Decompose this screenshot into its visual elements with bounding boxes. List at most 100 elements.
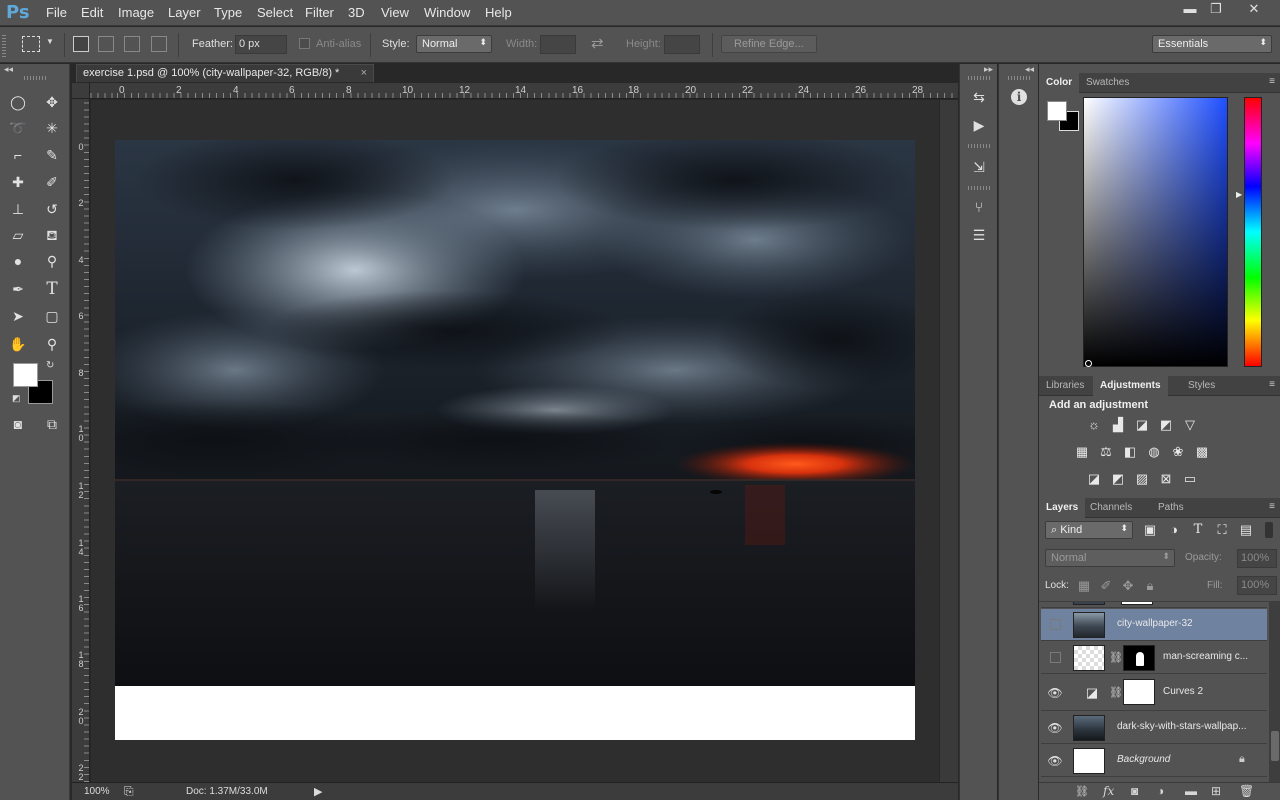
document-canvas-image[interactable] <box>115 140 915 686</box>
color-lookup-icon[interactable]: ▩ <box>1193 443 1211 461</box>
layer-name[interactable]: Background <box>1117 754 1170 765</box>
restore-button[interactable]: ❐ <box>1201 0 1231 18</box>
tab-libraries[interactable]: Libraries <box>1039 376 1091 396</box>
swap-colors-icon[interactable]: ↻ <box>46 360 54 371</box>
zoom-level[interactable]: 100% <box>84 786 110 797</box>
rect-marquee-preset-icon[interactable] <box>22 36 40 52</box>
black-white-icon[interactable]: ◧ <box>1121 443 1139 461</box>
posterize-icon[interactable]: ◩ <box>1109 470 1127 488</box>
new-layer-icon[interactable]: ⊞ <box>1211 784 1221 798</box>
color-field-picker[interactable] <box>1083 97 1228 367</box>
move-tool-icon[interactable]: ✥ <box>40 90 64 114</box>
add-selection-icon[interactable] <box>98 36 114 52</box>
hand-tool-icon[interactable]: ✋ <box>6 332 30 356</box>
eye-icon[interactable]: 👁︎ <box>1047 754 1063 768</box>
selective-color-icon[interactable]: ⊠ <box>1157 470 1175 488</box>
blend-mode-select[interactable]: Normal ⬍ <box>1045 549 1175 567</box>
default-colors-icon[interactable]: ◩ <box>12 393 21 404</box>
layer-row[interactable]: 👁︎ Background 🔒︎ <box>1041 745 1267 777</box>
zoom-tool-icon[interactable]: ⚲ <box>40 332 64 356</box>
dodge-tool-icon[interactable]: ⚲ <box>40 249 64 273</box>
brightness-contrast-icon[interactable]: ☼ <box>1085 416 1103 434</box>
elliptical-marquee-tool-icon[interactable]: ◯ <box>6 90 30 114</box>
pen-tool-icon[interactable]: ✒ <box>6 277 30 301</box>
menu-help[interactable]: Help <box>485 5 512 20</box>
style-select[interactable]: Normal ⬍ <box>416 35 492 53</box>
hue-slider-handle-icon[interactable]: ▶ <box>1236 190 1242 199</box>
threshold-icon[interactable]: ▨ <box>1133 470 1151 488</box>
delete-layer-icon[interactable]: 🗑︎ <box>1239 784 1254 798</box>
layer-row[interactable]: city-wallpaper-32 <box>1041 609 1267 641</box>
refine-edge-button[interactable]: Refine Edge... <box>721 35 817 53</box>
link-icon[interactable]: ⛓ <box>1109 651 1123 664</box>
preset-dropdown-icon[interactable]: ▼ <box>46 37 54 46</box>
tab-styles[interactable]: Styles <box>1181 376 1222 396</box>
lock-all-icon[interactable]: 🔒︎ <box>1141 577 1159 595</box>
filter-shape-icon[interactable]: ⛶ <box>1213 521 1231 539</box>
hue-saturation-icon[interactable]: ▦ <box>1073 443 1091 461</box>
expand-panels-icon[interactable]: ▸▸ <box>984 64 993 75</box>
layer-filter-select[interactable]: ⌕ Kind ⬍ <box>1045 521 1133 539</box>
opacity-input[interactable]: 100% <box>1237 549 1277 568</box>
menu-view[interactable]: View <box>381 5 409 20</box>
curves-icon[interactable]: ◪ <box>1133 416 1151 434</box>
filter-toggle[interactable] <box>1265 522 1273 538</box>
vertical-scrollbar[interactable] <box>940 100 958 782</box>
layer-row-partial[interactable] <box>1041 602 1267 608</box>
tab-layers[interactable]: Layers <box>1039 498 1086 518</box>
status-menu-arrow-icon[interactable]: ▶ <box>314 785 322 798</box>
paint-bucket-tool-icon[interactable]: ⛾ <box>40 223 64 247</box>
share-icon[interactable]: ⎘ <box>124 784 134 799</box>
history-brush-tool-icon[interactable]: ↺ <box>40 197 64 221</box>
info-panel-icon[interactable]: i <box>1011 89 1027 105</box>
actions-panel-icon[interactable]: ▶ <box>968 114 990 136</box>
magic-wand-tool-icon[interactable]: ✳ <box>40 116 64 140</box>
tab-color[interactable]: Color <box>1039 73 1080 93</box>
visibility-toggle[interactable] <box>1050 619 1061 630</box>
width-input[interactable] <box>540 35 576 54</box>
gradient-map-icon[interactable]: ▭ <box>1181 470 1199 488</box>
horizontal-ruler[interactable]: 0 2 4 6 8 10 12 14 16 18 20 22 24 26 28 <box>90 83 958 99</box>
layers-scrollbar[interactable] <box>1269 601 1280 782</box>
ruler-origin[interactable] <box>72 83 90 99</box>
tab-channels[interactable]: Channels <box>1083 498 1139 518</box>
close-tab-icon[interactable]: × <box>361 65 367 82</box>
eyedropper-tool-icon[interactable]: ✎ <box>40 143 64 167</box>
menu-3d[interactable]: 3D <box>348 5 365 20</box>
tab-paths[interactable]: Paths <box>1151 498 1191 518</box>
visibility-toggle[interactable] <box>1050 652 1061 663</box>
layer-name[interactable]: dark-sky-with-stars-wallpap... <box>1117 721 1246 732</box>
eye-icon[interactable]: 👁︎ <box>1047 721 1063 735</box>
intersect-selection-icon[interactable] <box>151 36 167 52</box>
menu-filter[interactable]: Filter <box>305 5 334 20</box>
menu-layer[interactable]: Layer <box>168 5 201 20</box>
hue-slider[interactable] <box>1244 97 1262 367</box>
lock-pixels-icon[interactable]: ✐ <box>1097 577 1115 595</box>
close-button[interactable]: ✕ <box>1236 0 1272 18</box>
lock-transparency-icon[interactable]: ▦ <box>1075 577 1093 595</box>
character-panel-icon[interactable]: ⇲ <box>968 156 990 178</box>
scrollbar-thumb[interactable] <box>1271 731 1279 761</box>
layer-row[interactable]: ⛓ man-screaming c... <box>1041 642 1267 674</box>
layer-style-fx-icon[interactable]: fx <box>1103 784 1114 798</box>
filter-smart-object-icon[interactable]: ▤ <box>1237 521 1255 539</box>
filter-adjustment-icon[interactable]: ◑ <box>1165 521 1183 539</box>
color-foreground-swatch[interactable] <box>1047 101 1067 121</box>
collapse-toolbox-icon[interactable]: ◂◂ <box>4 64 13 75</box>
history-panel-icon[interactable]: ⇆ <box>968 86 990 108</box>
rectangle-tool-icon[interactable]: ▢ <box>40 304 64 328</box>
foreground-color-swatch[interactable] <box>13 363 38 387</box>
layer-name[interactable]: Curves 2 <box>1163 686 1203 697</box>
menu-type[interactable]: Type <box>214 5 242 20</box>
channel-mixer-icon[interactable]: ❀ <box>1169 443 1187 461</box>
crop-tool-icon[interactable]: ⌐ <box>6 143 30 167</box>
tab-swatches[interactable]: Swatches <box>1079 73 1136 93</box>
color-balance-icon[interactable]: ⚖ <box>1097 443 1115 461</box>
new-selection-icon[interactable] <box>73 36 89 52</box>
subtract-selection-icon[interactable] <box>124 36 140 52</box>
new-group-icon[interactable]: ▬ <box>1185 784 1197 798</box>
vibrance-icon[interactable]: ▽ <box>1181 416 1199 434</box>
color-picker-cursor[interactable] <box>1085 360 1092 367</box>
lock-position-icon[interactable]: ✥ <box>1119 577 1137 595</box>
brush-presets-icon[interactable]: ⑂ <box>968 196 990 218</box>
